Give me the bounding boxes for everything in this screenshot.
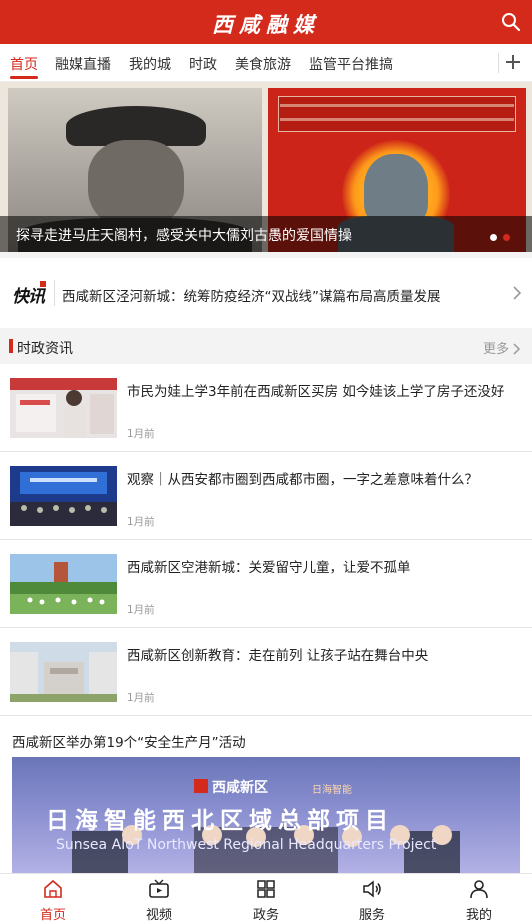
news-time: 1月前	[127, 428, 155, 440]
section-title: 时政资讯	[17, 341, 73, 357]
news-time: 1月前	[127, 604, 155, 616]
news-thumbnail	[10, 554, 117, 614]
tab-live[interactable]: 融媒直播	[55, 54, 111, 74]
nav-home[interactable]: 首页	[13, 874, 93, 923]
tv-icon	[148, 879, 170, 899]
news-title[interactable]: 市民为娃上学3年前在西咸新区买房 如今娃该上学了房子还没好	[127, 380, 522, 400]
banner-carousel[interactable]: 探寻走进马庄天阁村，感受关中大儒刘古愚的爱国情操	[0, 82, 532, 252]
tab-supervision[interactable]: 监管平台推搞	[309, 54, 393, 74]
nav-label: 视频	[145, 908, 172, 923]
banner-caption: 探寻走进马庄天阁村，感受关中大儒刘古愚的爱国情操	[16, 228, 352, 244]
section-header: 时政资讯 更多	[0, 328, 532, 364]
bottom-nav: 首页 视频 政务 服务 我的	[0, 873, 532, 923]
search-icon[interactable]	[500, 11, 522, 33]
speaker-icon	[361, 879, 383, 899]
flash-news-bar[interactable]: 快讯 西咸新区泾河新城：统筹防疫经济“双战线”谋篇布局高质量发展	[0, 258, 532, 328]
nav-government[interactable]: 政务	[226, 874, 306, 923]
tab-politics[interactable]: 时政	[189, 54, 217, 74]
nav-label: 服务	[358, 908, 385, 923]
active-tab-indicator	[10, 76, 38, 79]
flash-divider	[54, 280, 55, 306]
news-title[interactable]: 西咸新区创新教育：走在前列 让孩子站在舞台中央	[127, 644, 522, 664]
feature-banner-text-en: Sunsea AIoT Northwest Regional Headquart…	[56, 837, 437, 853]
nav-service[interactable]: 服务	[332, 874, 412, 923]
top-bar: 西咸融媒	[0, 0, 532, 44]
carousel-dot[interactable]	[490, 234, 497, 241]
feature-logo-text: 西咸新区	[212, 780, 268, 796]
user-icon	[468, 879, 490, 899]
feature-title[interactable]: 西咸新区举办第19个“安全生产月”活动	[12, 731, 246, 751]
news-thumbnail	[10, 466, 117, 526]
more-link[interactable]: 更多	[483, 338, 509, 357]
news-thumbnail	[10, 642, 117, 702]
news-item[interactable]: 西咸新区创新教育：走在前列 让孩子站在舞台中央 1月前	[0, 628, 532, 716]
feature-banner-text: 日海智能西北区域总部项目	[46, 808, 394, 834]
news-item[interactable]: 市民为娃上学3年前在西咸新区买房 如今娃该上学了房子还没好 1月前	[0, 364, 532, 452]
home-icon	[42, 879, 64, 899]
nav-mine[interactable]: 我的	[439, 874, 519, 923]
tab-divider	[498, 53, 499, 73]
plus-icon[interactable]	[503, 52, 523, 72]
feature-image[interactable]: 西咸新区 日海智能 日海智能西北区域总部项目 Sunsea AIoT North…	[12, 757, 520, 875]
tab-home[interactable]: 首页	[10, 54, 38, 74]
chevron-right-icon[interactable]	[512, 285, 522, 300]
flash-logo-mark	[40, 281, 46, 287]
flash-news-text[interactable]: 西咸新区泾河新城：统筹防疫经济“双战线”谋篇布局高质量发展	[62, 285, 441, 305]
news-thumbnail	[10, 378, 117, 438]
news-title[interactable]: 观察｜从西安都市圈到西咸都市圈，一字之差意味着什么？	[127, 468, 522, 488]
nav-video[interactable]: 视频	[119, 874, 199, 923]
grid-icon	[255, 879, 277, 899]
section-marker	[9, 339, 13, 353]
app-title: 西咸融媒	[212, 12, 320, 37]
feature-logo-text-2: 日海智能	[312, 785, 352, 796]
news-item[interactable]: 观察｜从西安都市圈到西咸都市圈，一字之差意味着什么？ 1月前	[0, 452, 532, 540]
news-title[interactable]: 西咸新区空港新城：关爱留守儿童，让爱不孤单	[127, 556, 522, 576]
chevron-right-icon[interactable]	[512, 340, 521, 355]
tab-food-travel[interactable]: 美食旅游	[235, 54, 291, 74]
nav-label: 我的	[465, 908, 492, 923]
news-time: 1月前	[127, 692, 155, 704]
banner-caption-bar: 探寻走进马庄天阁村，感受关中大儒刘古愚的爱国情操	[0, 216, 532, 252]
news-time: 1月前	[127, 516, 155, 528]
carousel-dot-active[interactable]	[503, 234, 510, 241]
channel-tabs: 首页 融媒直播 我的城 时政 美食旅游 监管平台推搞	[0, 44, 532, 82]
news-item[interactable]: 西咸新区空港新城：关爱留守儿童，让爱不孤单 1月前	[0, 540, 532, 628]
tab-my-city[interactable]: 我的城	[129, 54, 171, 74]
nav-label: 首页	[39, 908, 66, 923]
nav-label: 政务	[252, 908, 279, 923]
